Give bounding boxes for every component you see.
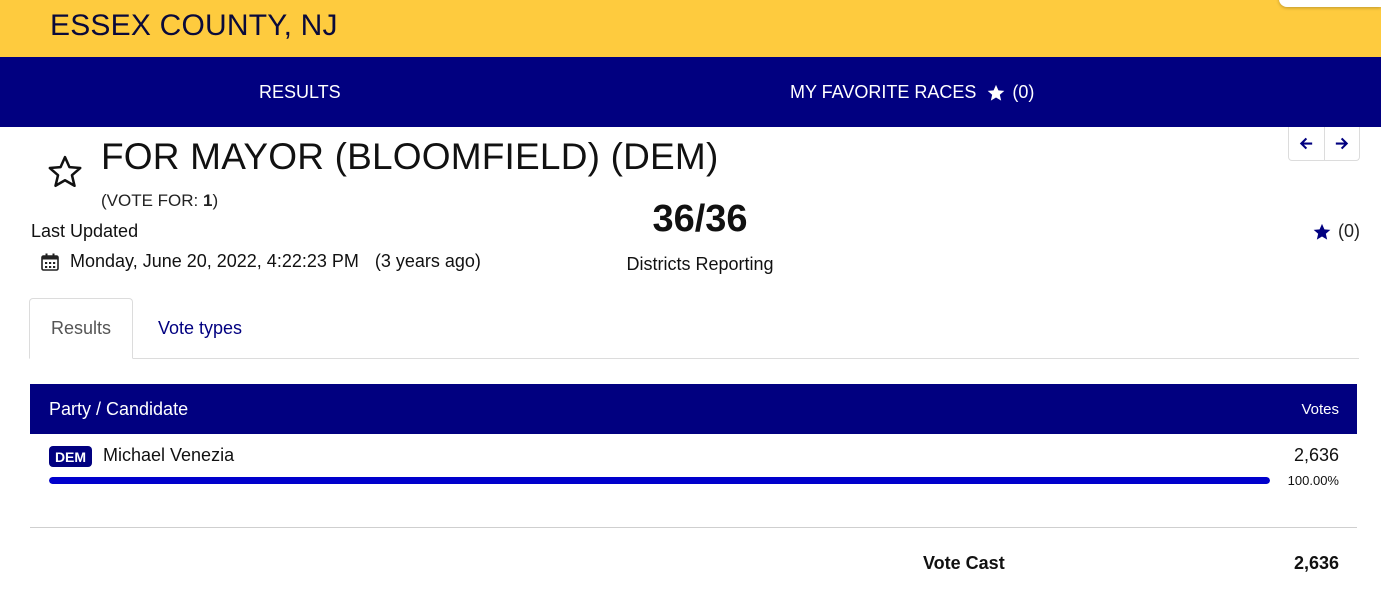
party-badge: DEM <box>49 446 92 467</box>
corner-panel <box>1279 0 1381 7</box>
arrow-right-icon <box>1336 137 1349 150</box>
candidate-votes: 2,636 <box>1293 445 1339 465</box>
nav-bar: RESULTS MY FAVORITE RACES (0) <box>0 57 1381 127</box>
vote-cast-total: 2,636 <box>1293 553 1339 573</box>
nav-favorites-count: (0) <box>1012 82 1035 102</box>
star-solid-icon <box>1313 223 1331 240</box>
last-updated-ago: (3 years ago) <box>374 251 481 271</box>
header-bar: ESSEX COUNTY, NJ <box>0 0 1381 57</box>
previous-race-button[interactable] <box>1289 127 1324 160</box>
tab-results[interactable]: Results <box>29 298 133 359</box>
vote-for: (VOTE FOR: 1) <box>101 191 218 211</box>
column-header-candidate: Party / Candidate <box>49 399 189 419</box>
candidate-percent: 100.00% <box>1287 473 1339 488</box>
vote-for-close: ) <box>212 191 219 210</box>
arrow-left-icon <box>1299 137 1313 150</box>
districts-reporting-label: Districts Reporting <box>626 254 774 274</box>
race-favorite-count[interactable]: (0) <box>1312 221 1360 242</box>
last-updated-line: Monday, June 20, 2022, 4:22:23 PM (3 yea… <box>40 251 481 272</box>
last-updated-value: Monday, June 20, 2022, 4:22:23 PM <box>70 251 359 271</box>
star-solid-icon <box>988 84 1005 101</box>
county-title: ESSEX COUNTY, NJ <box>50 9 338 42</box>
nav-favorites-label: MY FAVORITE RACES <box>790 82 977 102</box>
tab-vote-types[interactable]: Vote types <box>140 298 260 359</box>
nav-results-label: RESULTS <box>259 82 341 102</box>
calendar-icon <box>41 253 59 271</box>
districts-reporting-count: 36/36 <box>652 198 748 240</box>
race-title: FOR MAYOR (BLOOMFIELD) (DEM) <box>101 136 719 177</box>
race-navigation <box>1288 127 1360 161</box>
favorite-star-icon[interactable] <box>46 153 84 191</box>
last-updated-label: Last Updated <box>31 221 139 241</box>
vote-share-bar <box>49 477 1270 484</box>
vote-share-bar-fill <box>49 477 1270 484</box>
race-favorite-count-value: (0) <box>1338 221 1360 241</box>
vote-cast-label: Vote Cast <box>923 553 1005 573</box>
candidate-name: Michael Venezia <box>103 445 235 465</box>
column-header-votes: Votes <box>1301 401 1339 418</box>
nav-results-link[interactable]: RESULTS <box>259 82 341 103</box>
totals-divider <box>30 527 1357 528</box>
results-table-header: Party / Candidate Votes <box>30 384 1357 434</box>
nav-favorite-races-link[interactable]: MY FAVORITE RACES (0) <box>790 82 1034 103</box>
vote-for-label: (VOTE FOR: <box>101 191 203 210</box>
next-race-button[interactable] <box>1323 127 1359 160</box>
